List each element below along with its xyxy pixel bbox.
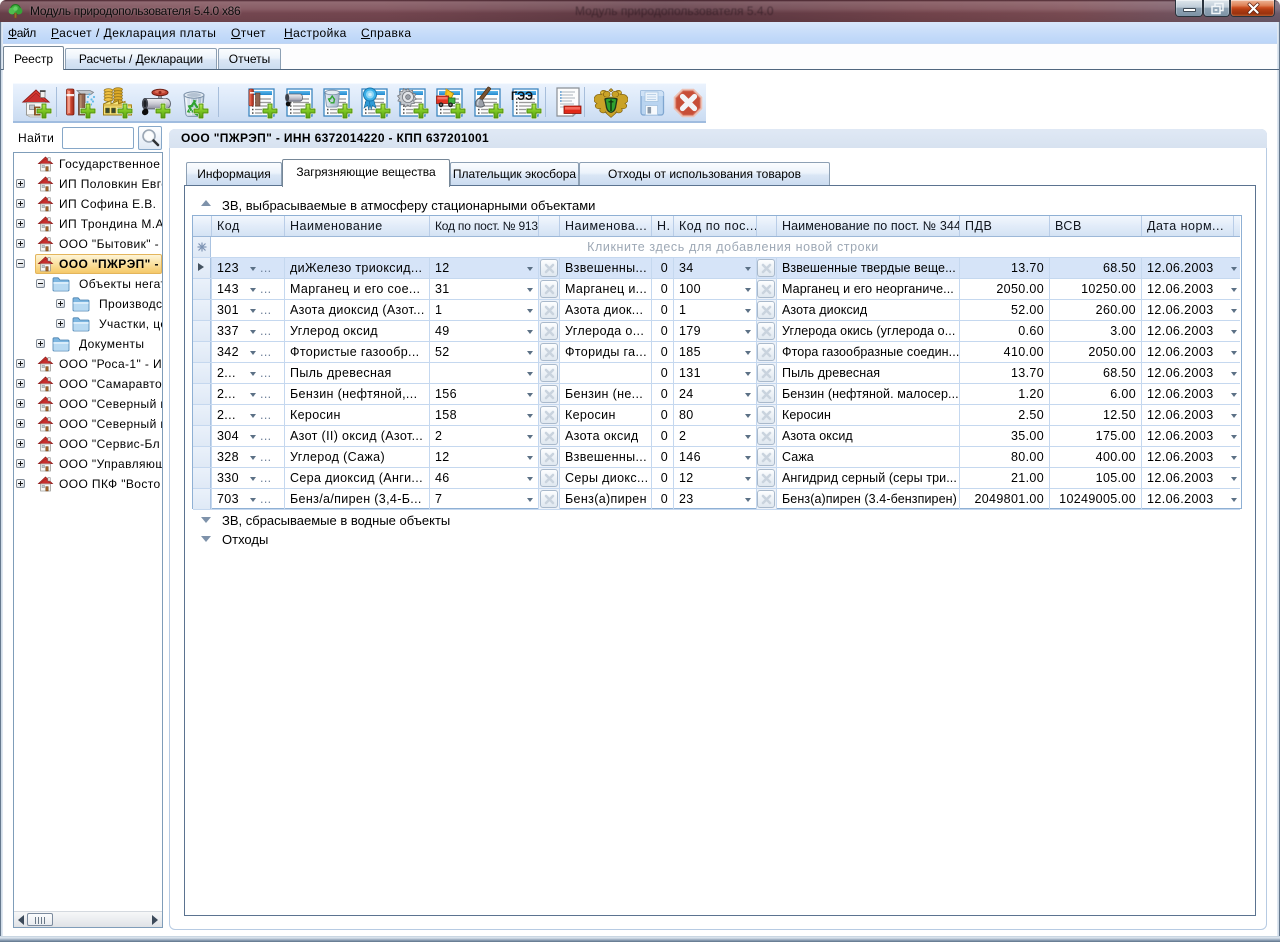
- svg-text:ГЭЭ: ГЭЭ: [511, 91, 533, 103]
